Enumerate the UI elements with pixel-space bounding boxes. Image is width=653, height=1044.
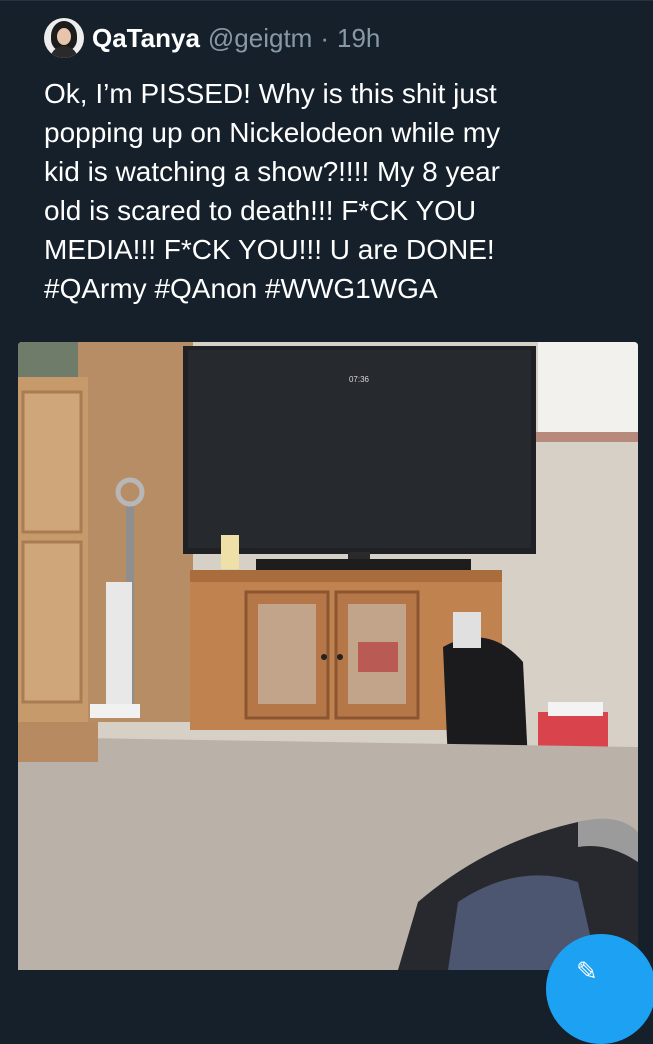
cabinet-door-top bbox=[21, 390, 83, 534]
separator-dot: · bbox=[320, 22, 330, 53]
knob-right bbox=[337, 654, 343, 660]
shoes bbox=[453, 612, 481, 648]
tweet-card[interactable]: QaTanya @geigtm · 19h Ok, I’m PISSED! Wh… bbox=[0, 0, 653, 1044]
tweet-media[interactable]: 07:36 bbox=[18, 342, 638, 970]
divider bbox=[0, 0, 653, 1]
red-box bbox=[358, 642, 398, 672]
avatar-face bbox=[57, 28, 71, 45]
vacuum-body bbox=[106, 582, 132, 712]
timestamp[interactable]: 19h bbox=[337, 23, 380, 54]
window-sill bbox=[533, 432, 638, 442]
vacuum-head bbox=[90, 704, 140, 718]
display-name[interactable]: QaTanya bbox=[92, 23, 200, 54]
floor-wood bbox=[18, 722, 98, 762]
cabinet-door-bottom bbox=[21, 540, 83, 704]
basket-items bbox=[548, 702, 603, 716]
wood-panel bbox=[78, 342, 193, 722]
window-light bbox=[538, 342, 638, 437]
knob-left bbox=[321, 654, 327, 660]
tv-stand-top bbox=[190, 570, 502, 582]
candle bbox=[221, 535, 239, 569]
glass-left bbox=[258, 604, 316, 704]
shelf-items bbox=[18, 342, 78, 377]
avatar[interactable] bbox=[44, 18, 84, 58]
tv-clock-text: 07:36 bbox=[349, 375, 370, 384]
compose-icon: ✎ bbox=[576, 956, 598, 986]
compose-tweet-button[interactable]: ✎ bbox=[546, 934, 653, 1044]
media-photo: 07:36 bbox=[18, 342, 638, 970]
tweet-text: Ok, I’m PISSED! Why is this shit just po… bbox=[44, 78, 501, 304]
user-handle[interactable]: @geigtm bbox=[208, 23, 312, 54]
tweet-header: QaTanya @geigtm · 19h bbox=[44, 18, 380, 58]
backpack bbox=[443, 637, 528, 762]
